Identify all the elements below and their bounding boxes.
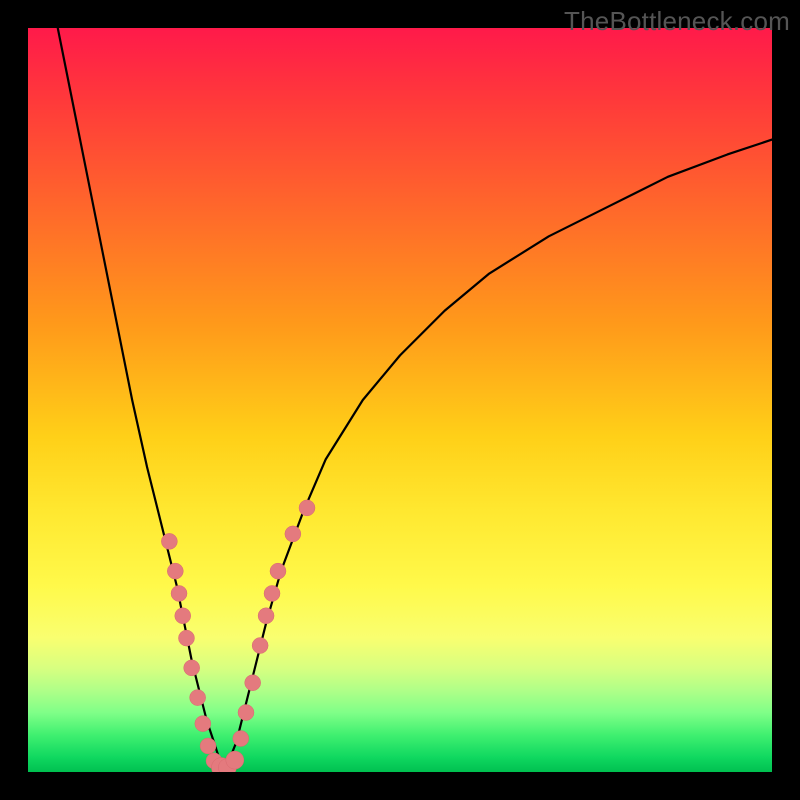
data-point [258,608,274,624]
data-point [161,533,177,549]
plot-area [28,28,772,772]
chart-svg [28,28,772,772]
data-point [270,563,286,579]
data-point [190,690,206,706]
data-point [200,738,216,754]
watermark-text: TheBottleneck.com [564,6,790,37]
data-point [245,675,261,691]
data-point [264,585,280,601]
data-point [195,716,211,732]
data-point [299,500,315,516]
scatter-group [161,500,315,772]
curve-left-branch [58,28,224,768]
data-point [233,731,249,747]
data-point [178,630,194,646]
data-point [184,660,200,676]
chart-canvas: TheBottleneck.com [0,0,800,800]
data-point [171,585,187,601]
curve-group [58,28,772,768]
data-point [252,638,268,654]
data-point [226,751,244,769]
curve-right-branch [224,140,772,769]
data-point [285,526,301,542]
data-point [175,608,191,624]
data-point [238,704,254,720]
data-point [167,563,183,579]
